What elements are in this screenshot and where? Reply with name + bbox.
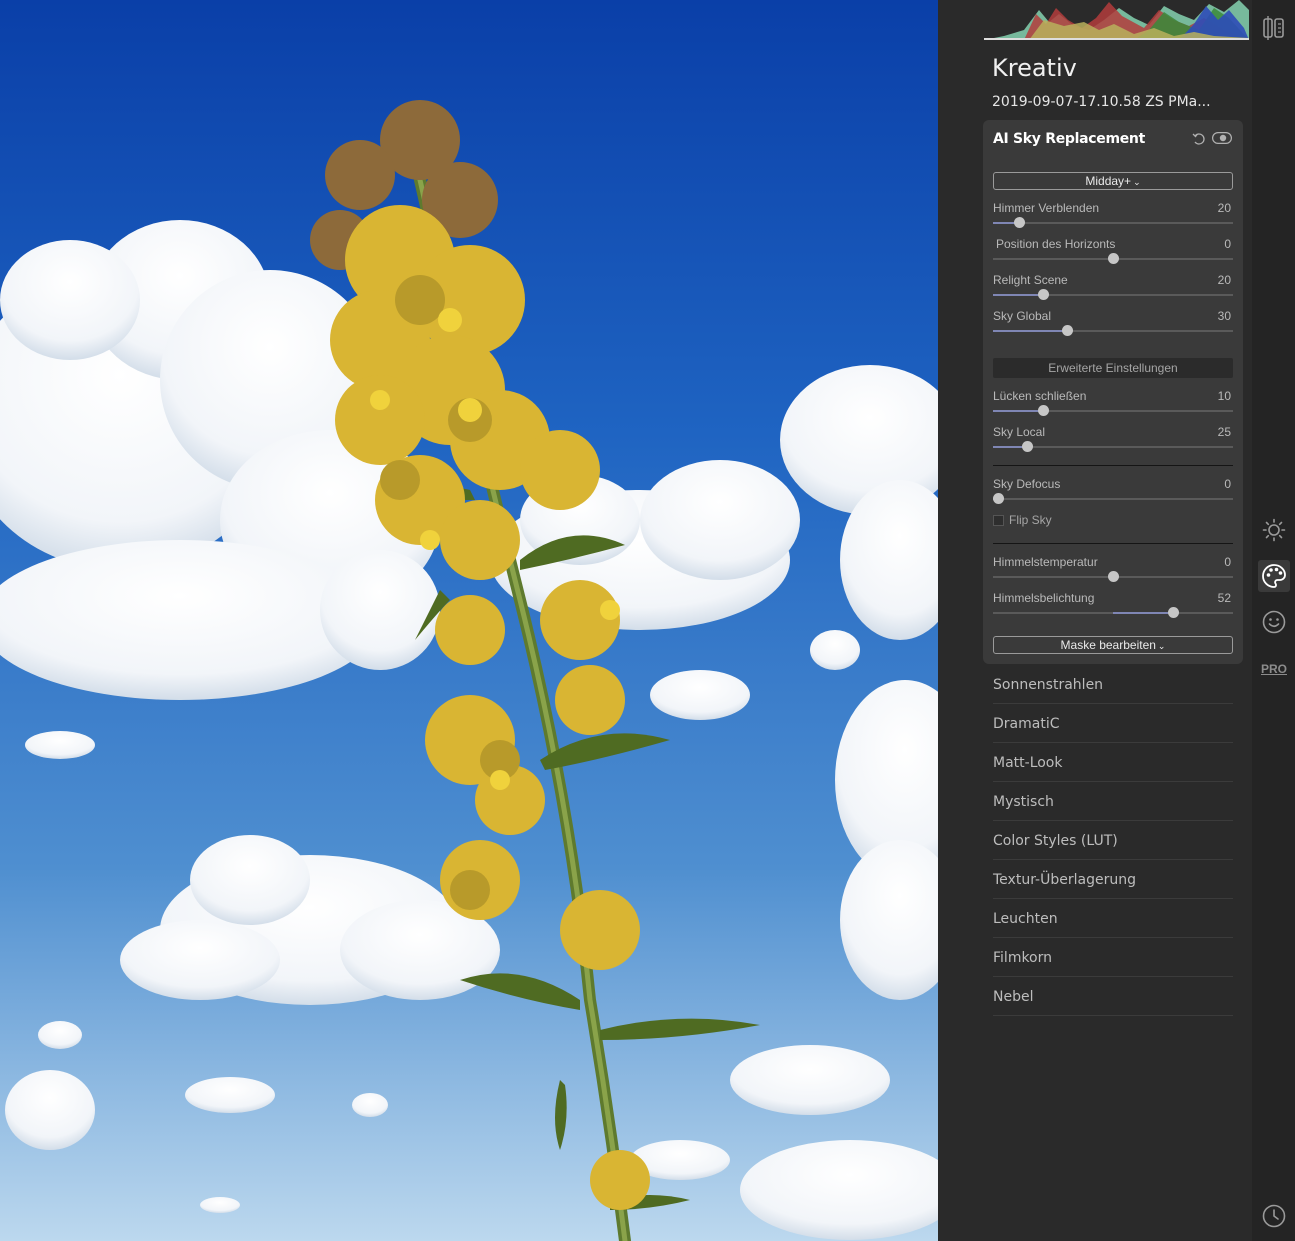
slider-value: 10 xyxy=(1217,389,1231,403)
slider-handle[interactable] xyxy=(1062,325,1073,336)
filter-item-leuchten[interactable]: Leuchten xyxy=(993,899,1233,938)
photo-image xyxy=(0,0,938,1241)
histogram xyxy=(984,0,1249,40)
slider-handle[interactable] xyxy=(1038,289,1049,300)
palette-icon[interactable] xyxy=(1258,560,1290,592)
slider-label: Relight Scene xyxy=(993,273,1068,287)
slider-handle[interactable] xyxy=(1168,607,1179,618)
edit-mask-label: Maske bearbeiten xyxy=(1060,638,1156,652)
filter-item-textur-ueberlagerung[interactable]: Textur-Überlagerung xyxy=(993,860,1233,899)
reset-icon[interactable] xyxy=(1191,131,1207,147)
slider-value: 0 xyxy=(1224,555,1231,569)
slider-label: Sky Global xyxy=(993,309,1052,323)
filter-item-matt-look[interactable]: Matt-Look xyxy=(993,743,1233,782)
edit-mask-button[interactable]: Maske bearbeiten ⌄ xyxy=(993,636,1233,654)
slider-relight-scene[interactable]: Relight Scene 20 xyxy=(993,273,1233,305)
filter-list: Sonnenstrahlen DramatiC Matt-Look Mystis… xyxy=(993,665,1233,1016)
slider-fill xyxy=(993,330,1067,332)
filter-item-dramatic[interactable]: DramatiC xyxy=(993,704,1233,743)
chevron-down-icon: ⌄ xyxy=(1133,177,1141,187)
slider-himmer-verblenden[interactable]: Himmer Verblenden 20 xyxy=(993,201,1233,233)
slider-handle[interactable] xyxy=(993,493,1004,504)
slider-value: 25 xyxy=(1217,425,1231,439)
slider-handle[interactable] xyxy=(1022,441,1033,452)
sun-icon[interactable] xyxy=(1258,514,1290,546)
slider-fill xyxy=(1113,612,1173,614)
pro-label: PRO xyxy=(1260,662,1287,676)
slider-value: 0 xyxy=(1224,237,1231,251)
slider-label: Lücken schließen xyxy=(993,389,1087,403)
history-icon[interactable] xyxy=(1258,1200,1290,1232)
slider-value: 30 xyxy=(1217,309,1231,323)
preset-value: Midday+ xyxy=(1085,174,1132,188)
filter-item-filmkorn[interactable]: Filmkorn xyxy=(993,938,1233,977)
panel-gutter xyxy=(938,0,972,1241)
slider-handle[interactable] xyxy=(1038,405,1049,416)
ai-sky-replacement-card: AI Sky Replacement Midday+ ⌄ Himmer Verbl… xyxy=(983,120,1243,664)
slider-label: Himmelstemperatur xyxy=(993,555,1098,569)
right-toolbar: PRO xyxy=(1252,0,1295,1241)
slider-himmelsbelichtung[interactable]: Himmelsbelichtung 52 xyxy=(993,591,1233,623)
divider xyxy=(993,543,1233,544)
filter-title: AI Sky Replacement xyxy=(993,131,1145,147)
slider-sky-defocus[interactable]: Sky Defocus 0 xyxy=(993,477,1233,509)
slider-track[interactable] xyxy=(993,222,1233,224)
compare-icon[interactable] xyxy=(1258,12,1290,44)
panel-title: Kreativ xyxy=(992,54,1077,82)
slider-himmelstemperatur[interactable]: Himmelstemperatur 0 xyxy=(993,555,1233,587)
slider-fill xyxy=(993,294,1043,296)
slider-value: 52 xyxy=(1217,591,1231,605)
chevron-down-icon: ⌄ xyxy=(1157,641,1166,651)
preset-dropdown[interactable]: Midday+ ⌄ xyxy=(993,172,1233,190)
slider-label: Sky Local xyxy=(993,425,1046,439)
filter-item-sonnenstrahlen[interactable]: Sonnenstrahlen xyxy=(993,665,1233,704)
slider-label: Himmer Verblenden xyxy=(993,201,1100,215)
divider xyxy=(993,465,1233,466)
slider-sky-global[interactable]: Sky Global 30 xyxy=(993,309,1233,341)
slider-sky-local[interactable]: Sky Local 25 xyxy=(993,425,1233,457)
slider-handle[interactable] xyxy=(1108,571,1119,582)
slider-handle[interactable] xyxy=(1014,217,1025,228)
slider-label: Himmelsbelichtung xyxy=(993,591,1095,605)
slider-label: Position des Horizonts xyxy=(996,237,1116,251)
visibility-toggle-icon[interactable] xyxy=(1212,132,1232,144)
filter-item-color-styles[interactable]: Color Styles (LUT) xyxy=(993,821,1233,860)
filters-panel: Kreativ 2019-09-07-17.10.58 ZS PMa... AI… xyxy=(972,0,1252,1241)
checkbox-box[interactable] xyxy=(993,515,1004,526)
slider-handle[interactable] xyxy=(1108,253,1119,264)
slider-luecken-schliessen[interactable]: Lücken schließen 10 xyxy=(993,389,1233,421)
pro-button[interactable]: PRO xyxy=(1258,653,1290,685)
filter-item-mystisch[interactable]: Mystisch xyxy=(993,782,1233,821)
filter-item-nebel[interactable]: Nebel xyxy=(993,977,1233,1016)
photo-canvas[interactable] xyxy=(0,0,938,1241)
slider-value: 0 xyxy=(1224,477,1231,491)
slider-value: 20 xyxy=(1217,201,1231,215)
checkbox-label: Flip Sky xyxy=(1009,513,1052,527)
advanced-settings-button[interactable]: Erweiterte Einstellungen xyxy=(993,358,1233,378)
slider-position-des-horizonts[interactable]: Position des Horizonts 0 xyxy=(993,237,1233,269)
slider-fill xyxy=(993,410,1043,412)
slider-label: Sky Defocus xyxy=(993,477,1061,491)
file-name: 2019-09-07-17.10.58 ZS PMa... xyxy=(992,94,1211,110)
slider-value: 20 xyxy=(1217,273,1231,287)
slider-track[interactable] xyxy=(993,498,1233,500)
smiley-icon[interactable] xyxy=(1258,606,1290,638)
